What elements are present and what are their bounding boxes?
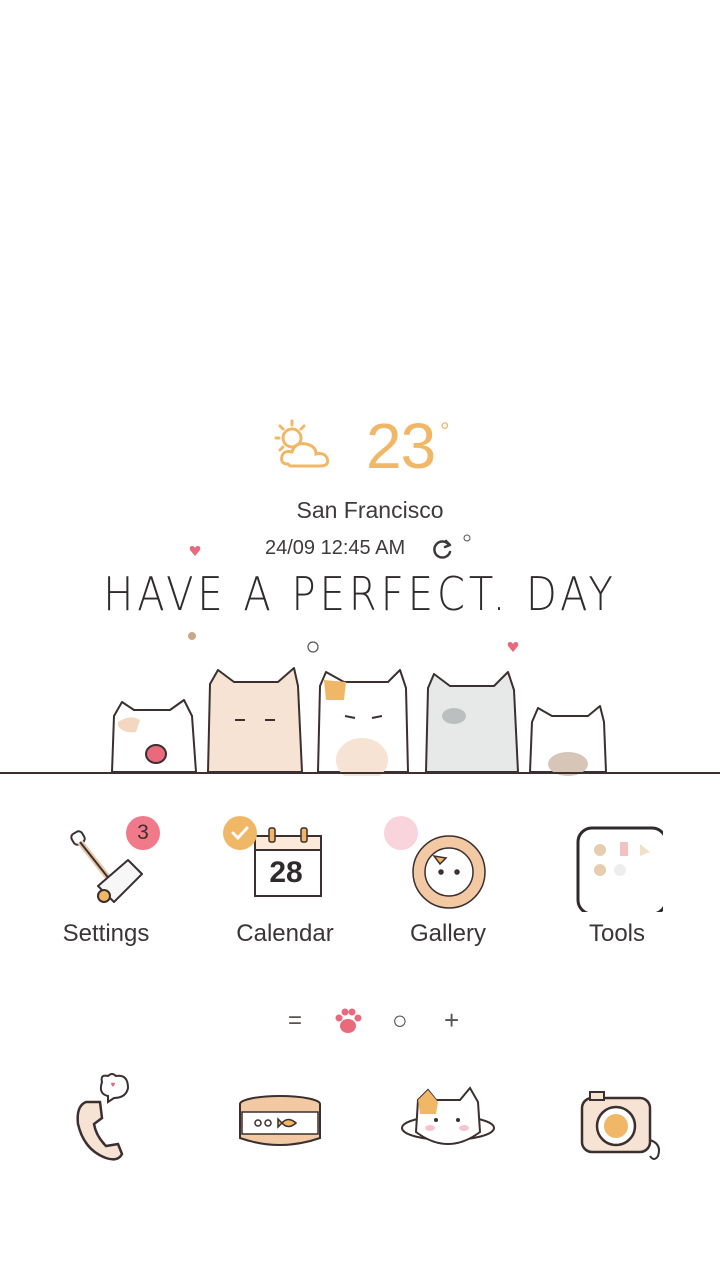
heart-icon — [507, 642, 519, 652]
slogan-text: HAVE A PERFECT. DAY — [103, 568, 617, 622]
paw-icon[interactable] — [332, 1005, 364, 1037]
dot-badge — [384, 816, 418, 850]
heart-icon — [189, 546, 201, 556]
refresh-icon[interactable] — [432, 538, 454, 560]
check-icon — [231, 826, 249, 841]
calendar-date: 28 — [269, 856, 303, 889]
temperature[interactable]: 23 — [366, 414, 436, 478]
app-calendar[interactable]: 28 Calendar — [205, 812, 365, 962]
app-label: Settings — [62, 920, 150, 947]
app-label: Calendar — [236, 920, 334, 947]
check-badge — [223, 816, 257, 850]
degree-symbol: ° — [440, 418, 450, 445]
circle-icon[interactable]: ○ — [392, 1005, 408, 1036]
city-name[interactable]: San Francisco — [0, 497, 720, 524]
ground-line — [0, 772, 720, 774]
page-indicator[interactable]: = ○ + — [288, 1005, 468, 1039]
phone-icon[interactable] — [60, 1072, 160, 1172]
menu-lines-icon[interactable]: = — [288, 1007, 302, 1035]
notification-badge: 3 — [126, 816, 160, 850]
app-label: Tools — [588, 920, 646, 947]
update-time: 24/09 12:45 AM — [265, 537, 406, 559]
plus-icon[interactable]: + — [444, 1005, 459, 1036]
app-label: Gallery — [409, 920, 487, 947]
camera-icon[interactable] — [570, 1072, 670, 1172]
bubble-icon — [463, 534, 471, 542]
app-settings[interactable]: 3 Settings — [26, 812, 186, 962]
cat-planet-icon[interactable] — [398, 1072, 498, 1172]
cat-food-can-icon[interactable] — [230, 1072, 330, 1172]
app-gallery[interactable]: Gallery — [368, 812, 528, 962]
app-tools[interactable]: Tools — [537, 812, 697, 962]
bubble-icon — [188, 632, 196, 640]
partly-cloudy-icon[interactable] — [270, 418, 340, 476]
flower-cat-icon — [412, 835, 486, 909]
bubble-icon — [307, 641, 319, 653]
folder-icon — [576, 826, 663, 912]
cats-illustration — [111, 667, 607, 776]
